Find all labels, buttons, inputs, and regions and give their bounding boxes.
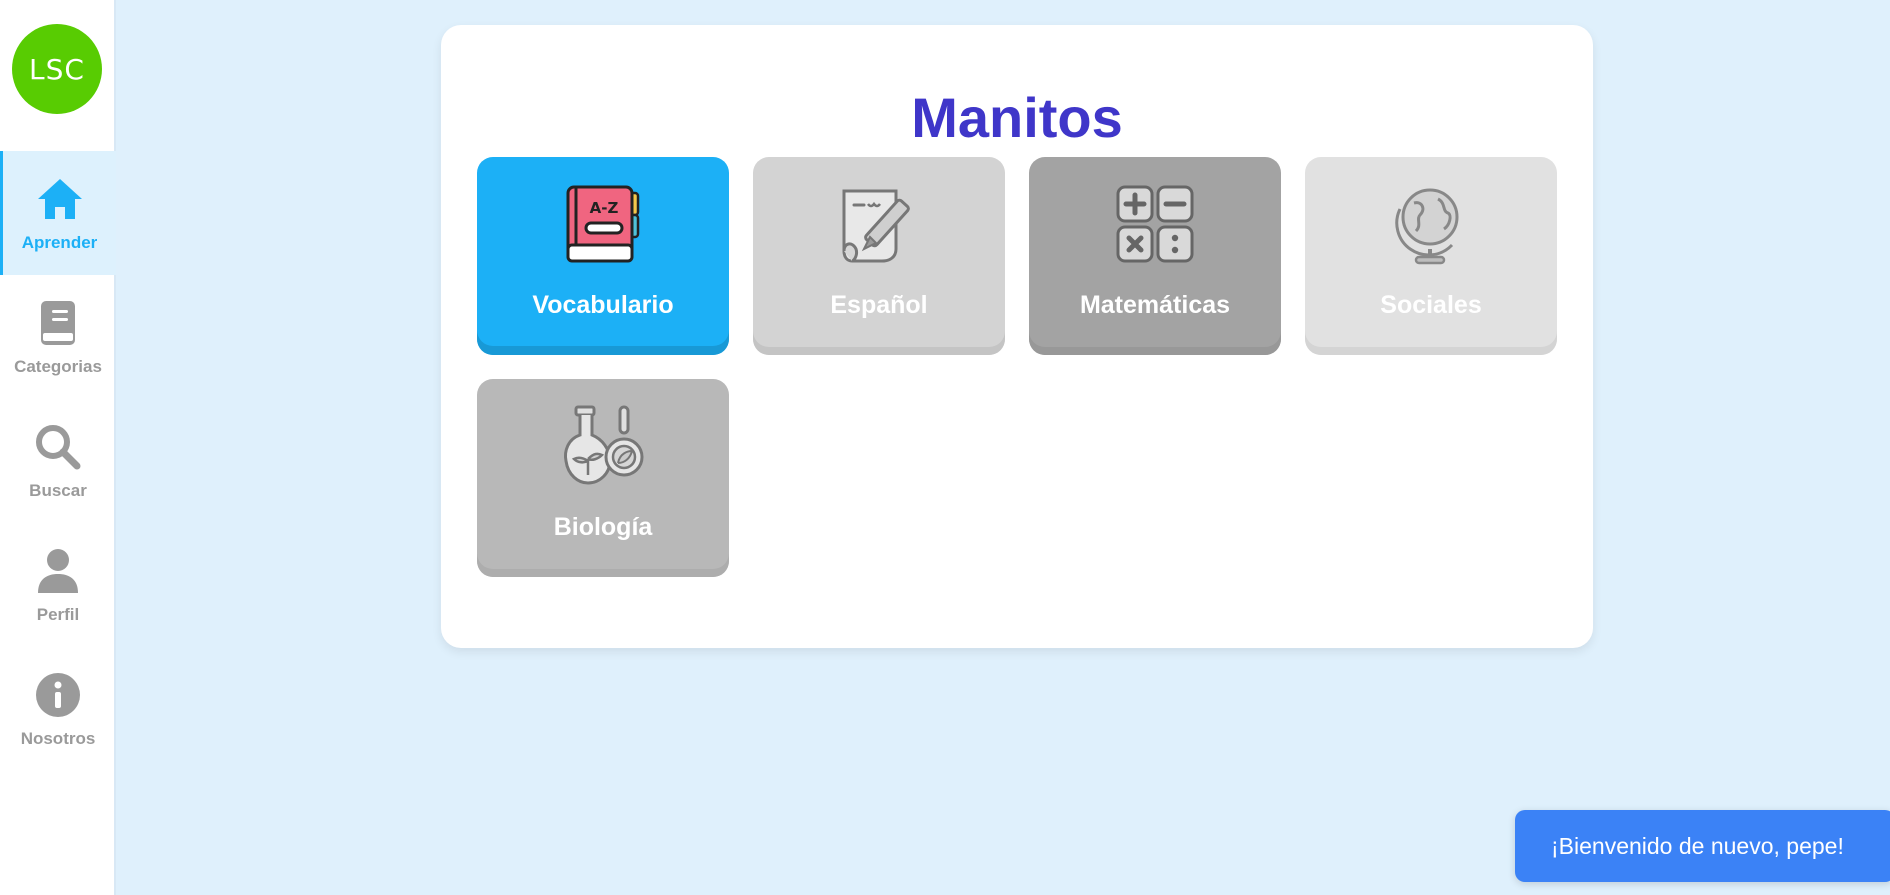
sidebar-item-label: Aprender — [21, 233, 98, 252]
sidebar-item-label: Categorias — [14, 357, 102, 376]
subjects-card: Manitos A-Z Vocabulario Español Matemáti… — [441, 25, 1593, 648]
search-icon — [36, 425, 81, 470]
sidebar-item-label: Buscar — [29, 481, 87, 500]
subject-tile-matematicas[interactable]: Matemáticas — [1029, 157, 1281, 355]
sidebar: LSC Aprender Categorias Buscar Perfil No… — [0, 0, 116, 895]
sidebar-item-label: Perfil — [36, 605, 80, 624]
subject-label: Biología — [553, 513, 653, 541]
flask-leaf-icon — [564, 405, 644, 485]
subject-label: Español — [830, 291, 928, 319]
toast-message: ¡Bienvenido de nuevo, pepe! — [1551, 832, 1844, 859]
user-icon — [38, 549, 78, 593]
sidebar-item-label: Nosotros — [20, 729, 96, 748]
sidebar-item-categorias[interactable]: Categorias — [0, 275, 116, 399]
calculator-icon — [1116, 185, 1194, 263]
subject-label: Sociales — [1380, 291, 1482, 319]
sidebar-item-buscar[interactable]: Buscar — [0, 399, 116, 523]
subject-tile-espanol[interactable]: Español — [753, 157, 1005, 355]
sidebar-item-nosotros[interactable]: Nosotros — [0, 647, 116, 771]
subject-tile-biologia[interactable]: Biología — [477, 379, 729, 577]
page-title: Manitos — [911, 86, 1123, 149]
svg-text:A-Z: A-Z — [590, 199, 619, 217]
subject-label: Vocabulario — [532, 291, 674, 319]
a-z-book-icon: A-Z — [566, 185, 640, 263]
subject-label: Matemáticas — [1079, 291, 1231, 319]
info-icon — [36, 673, 80, 717]
logo[interactable]: LSC — [12, 24, 102, 114]
notepad-pencil-icon — [842, 189, 910, 263]
subject-tile-sociales[interactable]: Sociales — [1305, 157, 1557, 355]
subject-tile-vocabulario[interactable]: A-Z Vocabulario — [477, 157, 729, 355]
sidebar-item-perfil[interactable]: Perfil — [0, 523, 116, 647]
welcome-toast[interactable]: ¡Bienvenido de nuevo, pepe! — [1515, 810, 1890, 882]
home-icon — [37, 179, 82, 219]
globe-icon — [1395, 188, 1459, 265]
book-icon — [41, 301, 75, 345]
sidebar-item-aprender[interactable]: Aprender — [0, 151, 116, 275]
